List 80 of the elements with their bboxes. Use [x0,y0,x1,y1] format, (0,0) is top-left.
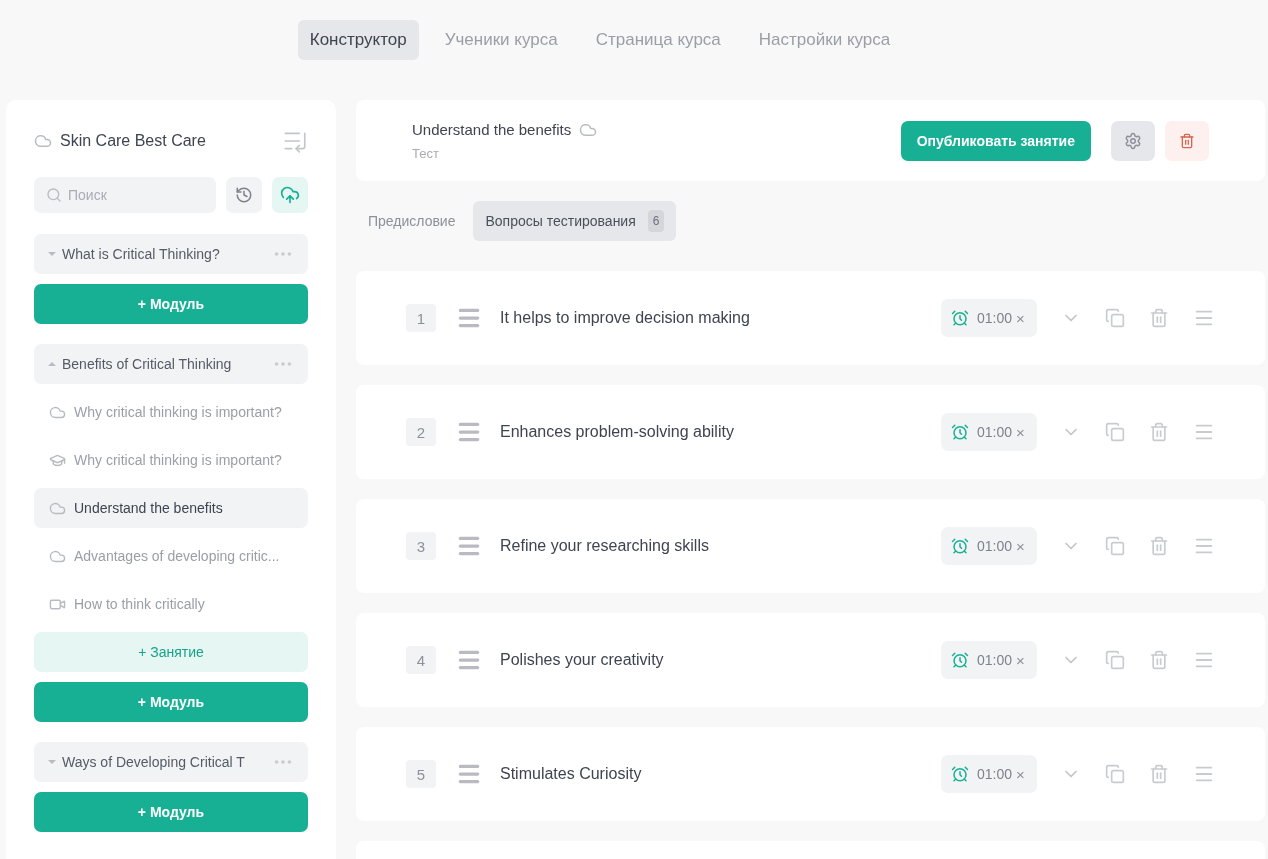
copy-icon[interactable] [1105,536,1125,556]
count-badge: 6 [647,210,665,232]
lesson-item[interactable]: Advantages of developing critic... [34,536,308,576]
module-row[interactable]: Ways of Developing Critical T [34,742,308,782]
course-title: Skin Care Best Care [60,132,207,150]
history-icon [235,186,253,204]
search-icon [46,187,62,203]
question-text: Polishes your creativity [500,651,665,669]
time-value: 01:00 [977,310,1013,326]
publish-button[interactable]: Опубликовать занятие [900,120,1091,161]
section-tab[interactable]: Вопросы тестирования 6 [473,201,677,241]
alarm-clock-icon [951,651,969,669]
trash-icon[interactable] [1149,764,1169,784]
caret-icon[interactable] [48,252,56,256]
trash-icon[interactable] [1149,422,1169,442]
question-number: 1 [406,304,436,332]
time-value: 01:00 [977,424,1013,440]
copy-icon[interactable] [1105,650,1125,670]
nav-tab[interactable]: Страница курса [583,20,733,60]
history-button[interactable] [226,177,262,213]
question-number: 3 [406,532,436,560]
question-text: Stimulates Curiosity [500,765,643,783]
copy-icon[interactable] [1105,764,1125,784]
lesson-item[interactable]: Why critical thinking is important? [34,440,308,480]
caret-icon[interactable] [48,362,56,366]
lesson-title: Understand the benefits [412,121,572,138]
caret-icon[interactable] [48,760,56,764]
lesson-item[interactable]: How to think critically [34,584,308,624]
question-text: Refine your researching skills [500,537,710,555]
clear-button[interactable]: × [1016,652,1025,668]
time-value: 01:00 [977,766,1013,782]
upload-button[interactable] [272,177,308,213]
module-row[interactable]: Benefits of Critical Thinking [34,344,308,384]
cloud-upload-icon [280,185,300,205]
question-number: 5 [406,760,436,788]
alarm-clock-icon [951,765,969,783]
section-tab[interactable]: Предисловие [356,201,468,241]
module-title: Benefits of Critical Thinking [62,356,233,372]
add-module-button[interactable]: + Модуль [34,284,308,324]
module-title: Ways of Developing Critical T [62,754,246,770]
lesson-item[interactable]: Why critical thinking is important? [34,392,308,432]
copy-icon[interactable] [1105,422,1125,442]
copy-icon[interactable] [1105,308,1125,328]
cloud-icon [34,132,52,150]
clear-button[interactable]: × [1016,424,1025,440]
trash-icon [1179,132,1195,149]
settings-button[interactable] [1111,120,1155,161]
add-module-button[interactable]: + Модуль [34,682,308,722]
nav-tab[interactable]: Ученики курса [432,20,570,60]
question-text: Enhances problem-solving ability [500,423,735,441]
timer-field[interactable]: 01:00 × [941,413,1037,451]
question-text: It helps to improve decision making [500,309,751,327]
timer-field[interactable]: 01:00 × [941,755,1037,793]
add-module-button[interactable]: + Модуль [34,792,308,832]
alarm-clock-icon [951,423,969,441]
timer-field[interactable]: 01:00 × [941,299,1037,337]
trash-icon[interactable] [1149,536,1169,556]
trash-icon[interactable] [1149,308,1169,328]
search-field[interactable]: Поиск [34,177,216,213]
gear-icon [1124,131,1142,150]
alarm-clock-icon [951,309,969,327]
module-title: What is Critical Thinking? [62,246,221,262]
delete-button[interactable] [1165,120,1209,161]
lesson-item[interactable]: Understand the benefits [34,488,308,528]
clear-button[interactable]: × [1016,766,1025,782]
timer-field[interactable]: 01:00 × [941,641,1037,679]
time-value: 01:00 [977,538,1013,554]
clear-button[interactable]: × [1016,538,1025,554]
question-number: 4 [406,646,436,674]
add-lesson-button[interactable]: + Занятие [34,632,308,672]
time-value: 01:00 [977,652,1013,668]
trash-icon[interactable] [1149,650,1169,670]
nav-tab[interactable]: Настройки курса [746,20,903,60]
alarm-clock-icon [951,537,969,555]
lesson-type: Тест [412,145,440,161]
nav-tab[interactable]: Конструктор [297,20,419,60]
question-number: 2 [406,418,436,446]
timer-field[interactable]: 01:00 × [941,527,1037,565]
clear-button[interactable]: × [1016,310,1025,326]
module-row[interactable]: What is Critical Thinking? [34,234,308,274]
